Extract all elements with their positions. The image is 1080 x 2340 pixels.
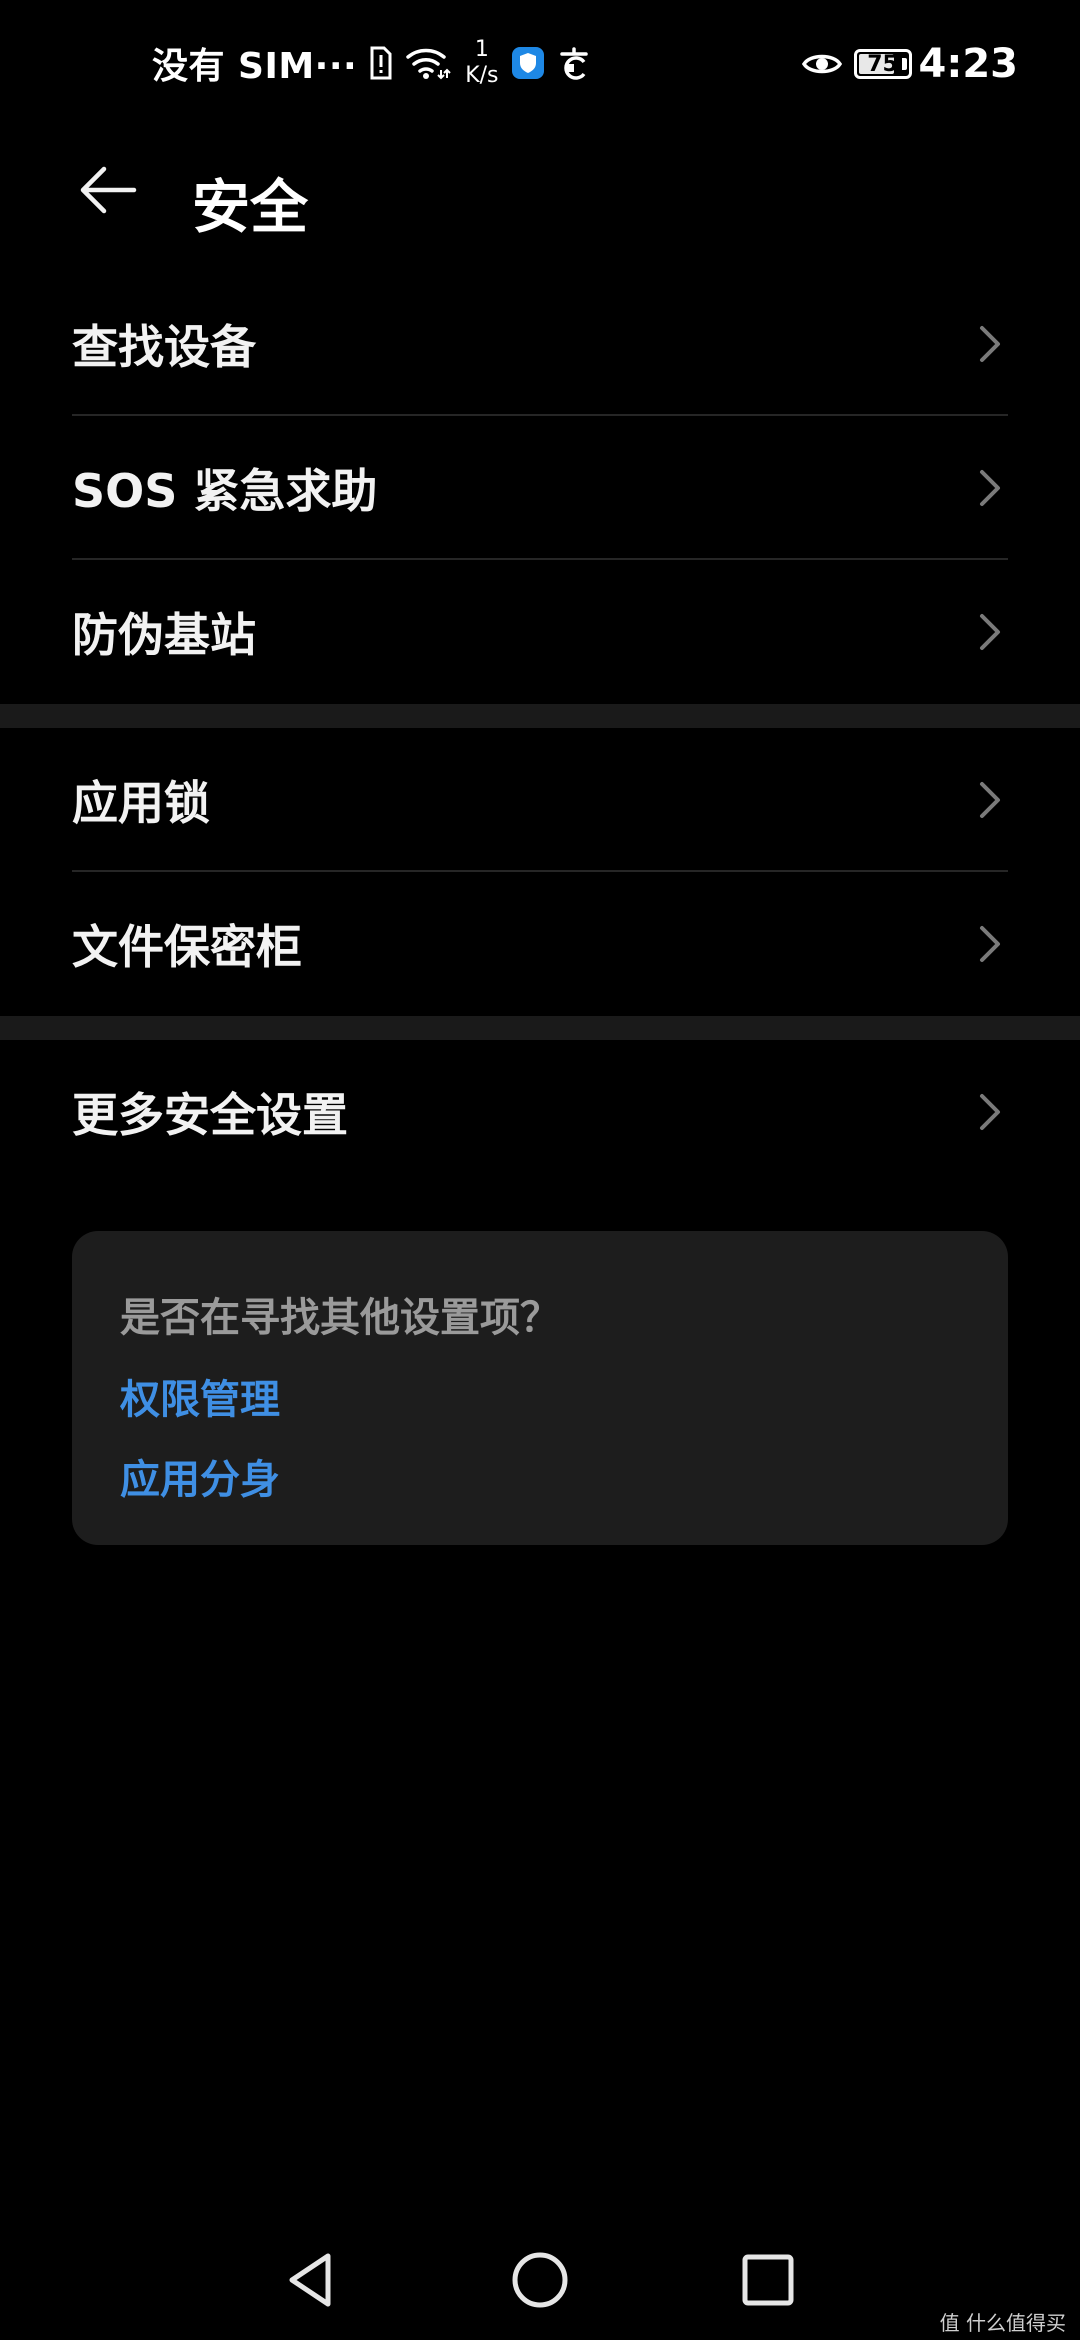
eye-comfort-icon bbox=[801, 50, 842, 78]
sim-alert-icon bbox=[369, 46, 393, 80]
menu-item-label: 应用锁 bbox=[72, 776, 210, 830]
group-separator bbox=[0, 1016, 1080, 1040]
menu-item-label: 防伪基站 bbox=[72, 608, 256, 662]
menu-item-label: 查找设备 bbox=[72, 320, 256, 374]
menu-item-file-safe[interactable]: 文件保密柜 bbox=[0, 872, 1080, 1016]
net-speed-value: 1 bbox=[474, 37, 489, 62]
wifi-icon bbox=[405, 46, 451, 80]
suggestion-question: 是否在寻找其他设置项？ bbox=[120, 1295, 560, 1341]
shield-app-icon bbox=[511, 46, 545, 80]
link-permission-management[interactable]: 权限管理 bbox=[120, 1367, 280, 1425]
nav-home-button[interactable] bbox=[498, 2238, 582, 2322]
net-speed: 1 K/s bbox=[465, 39, 498, 87]
home-circle-icon bbox=[512, 2252, 568, 2308]
clock: 4:23 bbox=[918, 41, 1019, 87]
menu-item-app-lock[interactable]: 应用锁 bbox=[0, 728, 1080, 872]
status-bar-left: 没有 SIM··· 1 K/s bbox=[152, 38, 591, 88]
chevron-right-icon bbox=[980, 470, 1000, 506]
recents-square-icon bbox=[742, 2254, 794, 2306]
chevron-right-icon bbox=[980, 1094, 1000, 1130]
page-title: 安全 bbox=[192, 173, 309, 241]
chevron-right-icon bbox=[980, 926, 1000, 962]
battery-icon: 75 bbox=[853, 49, 912, 79]
settings-group-1: 查找设备 SOS 紧急求助 防伪基站 bbox=[0, 272, 1080, 704]
carrier-text: 没有 SIM··· bbox=[152, 46, 358, 87]
nav-back-button[interactable] bbox=[268, 2238, 352, 2322]
watermark: 值 什么值得买 bbox=[939, 2311, 1066, 2335]
navigation-bar: 值 什么值得买 bbox=[0, 2220, 1080, 2340]
notification-app-icon bbox=[557, 46, 591, 80]
net-speed-unit: K/s bbox=[465, 63, 499, 88]
status-bar-right: 75 4:23 bbox=[801, 36, 1019, 92]
menu-item-label: 更多安全设置 bbox=[72, 1088, 348, 1142]
chevron-right-icon bbox=[980, 782, 1000, 818]
suggestion-card: 是否在寻找其他设置项？ 权限管理 应用分身 bbox=[72, 1231, 1008, 1545]
arrow-left-icon bbox=[80, 166, 137, 214]
back-button[interactable] bbox=[70, 152, 146, 228]
page-header: 安全 bbox=[0, 130, 1080, 250]
battery-body: 75 bbox=[853, 49, 912, 79]
settings-group-3: 更多安全设置 bbox=[0, 1040, 1080, 1184]
menu-item-find-device[interactable]: 查找设备 bbox=[0, 272, 1080, 416]
battery-level: 75 bbox=[867, 51, 898, 77]
group-separator bbox=[0, 704, 1080, 728]
menu-item-label: 文件保密柜 bbox=[72, 920, 302, 974]
nav-recents-button[interactable] bbox=[726, 2238, 810, 2322]
menu-item-sos[interactable]: SOS 紧急求助 bbox=[0, 416, 1080, 560]
menu-item-fake-base-station[interactable]: 防伪基站 bbox=[0, 560, 1080, 704]
chevron-right-icon bbox=[980, 326, 1000, 362]
status-bar: 没有 SIM··· 1 K/s 75 4:23 bbox=[0, 0, 1080, 130]
menu-item-more-security[interactable]: 更多安全设置 bbox=[0, 1040, 1080, 1184]
chevron-right-icon bbox=[980, 614, 1000, 650]
link-app-twin[interactable]: 应用分身 bbox=[120, 1447, 280, 1505]
menu-item-label: SOS 紧急求助 bbox=[72, 464, 378, 518]
settings-group-2: 应用锁 文件保密柜 bbox=[0, 728, 1080, 1016]
back-triangle-icon bbox=[289, 2253, 331, 2307]
